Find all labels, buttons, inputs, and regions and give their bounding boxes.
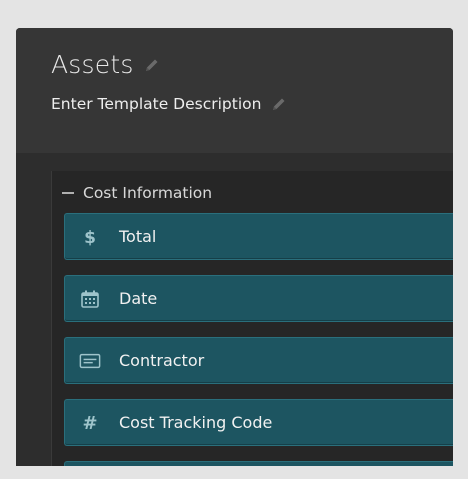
template-editor-window: Assets Enter Template Description Cost I… [16,28,453,466]
template-title[interactable]: Assets [51,50,134,79]
field-label: Total [119,227,157,246]
field-label: Date [119,289,158,308]
field-cost-tracking-code[interactable]: # Cost Tracking Code [64,399,453,446]
calendar-icon [79,289,101,309]
field-total[interactable]: $ Total [64,213,453,260]
edit-title-pencil-icon[interactable] [144,57,160,73]
section-header[interactable]: Cost Information [62,184,212,202]
field-partial[interactable] [64,461,453,466]
field-contractor[interactable]: Contractor [64,337,453,384]
field-label: Cost Tracking Code [119,413,273,432]
svg-text:#: # [82,413,97,433]
template-content: Cost Information $ Total Date Contractor… [16,153,453,466]
collapse-minus-icon[interactable] [62,192,74,194]
field-label: Contractor [119,351,205,370]
title-row: Assets [51,50,160,79]
template-description[interactable]: Enter Template Description [51,95,261,113]
edit-description-pencil-icon[interactable] [271,96,287,112]
dollar-icon: $ [79,227,101,247]
text-field-icon [79,352,101,370]
hash-icon: # [79,413,101,433]
description-row: Enter Template Description [51,95,287,113]
section-title: Cost Information [83,184,213,202]
field-date[interactable]: Date [64,275,453,322]
template-header: Assets Enter Template Description [16,28,453,153]
svg-text:$: $ [84,228,96,247]
